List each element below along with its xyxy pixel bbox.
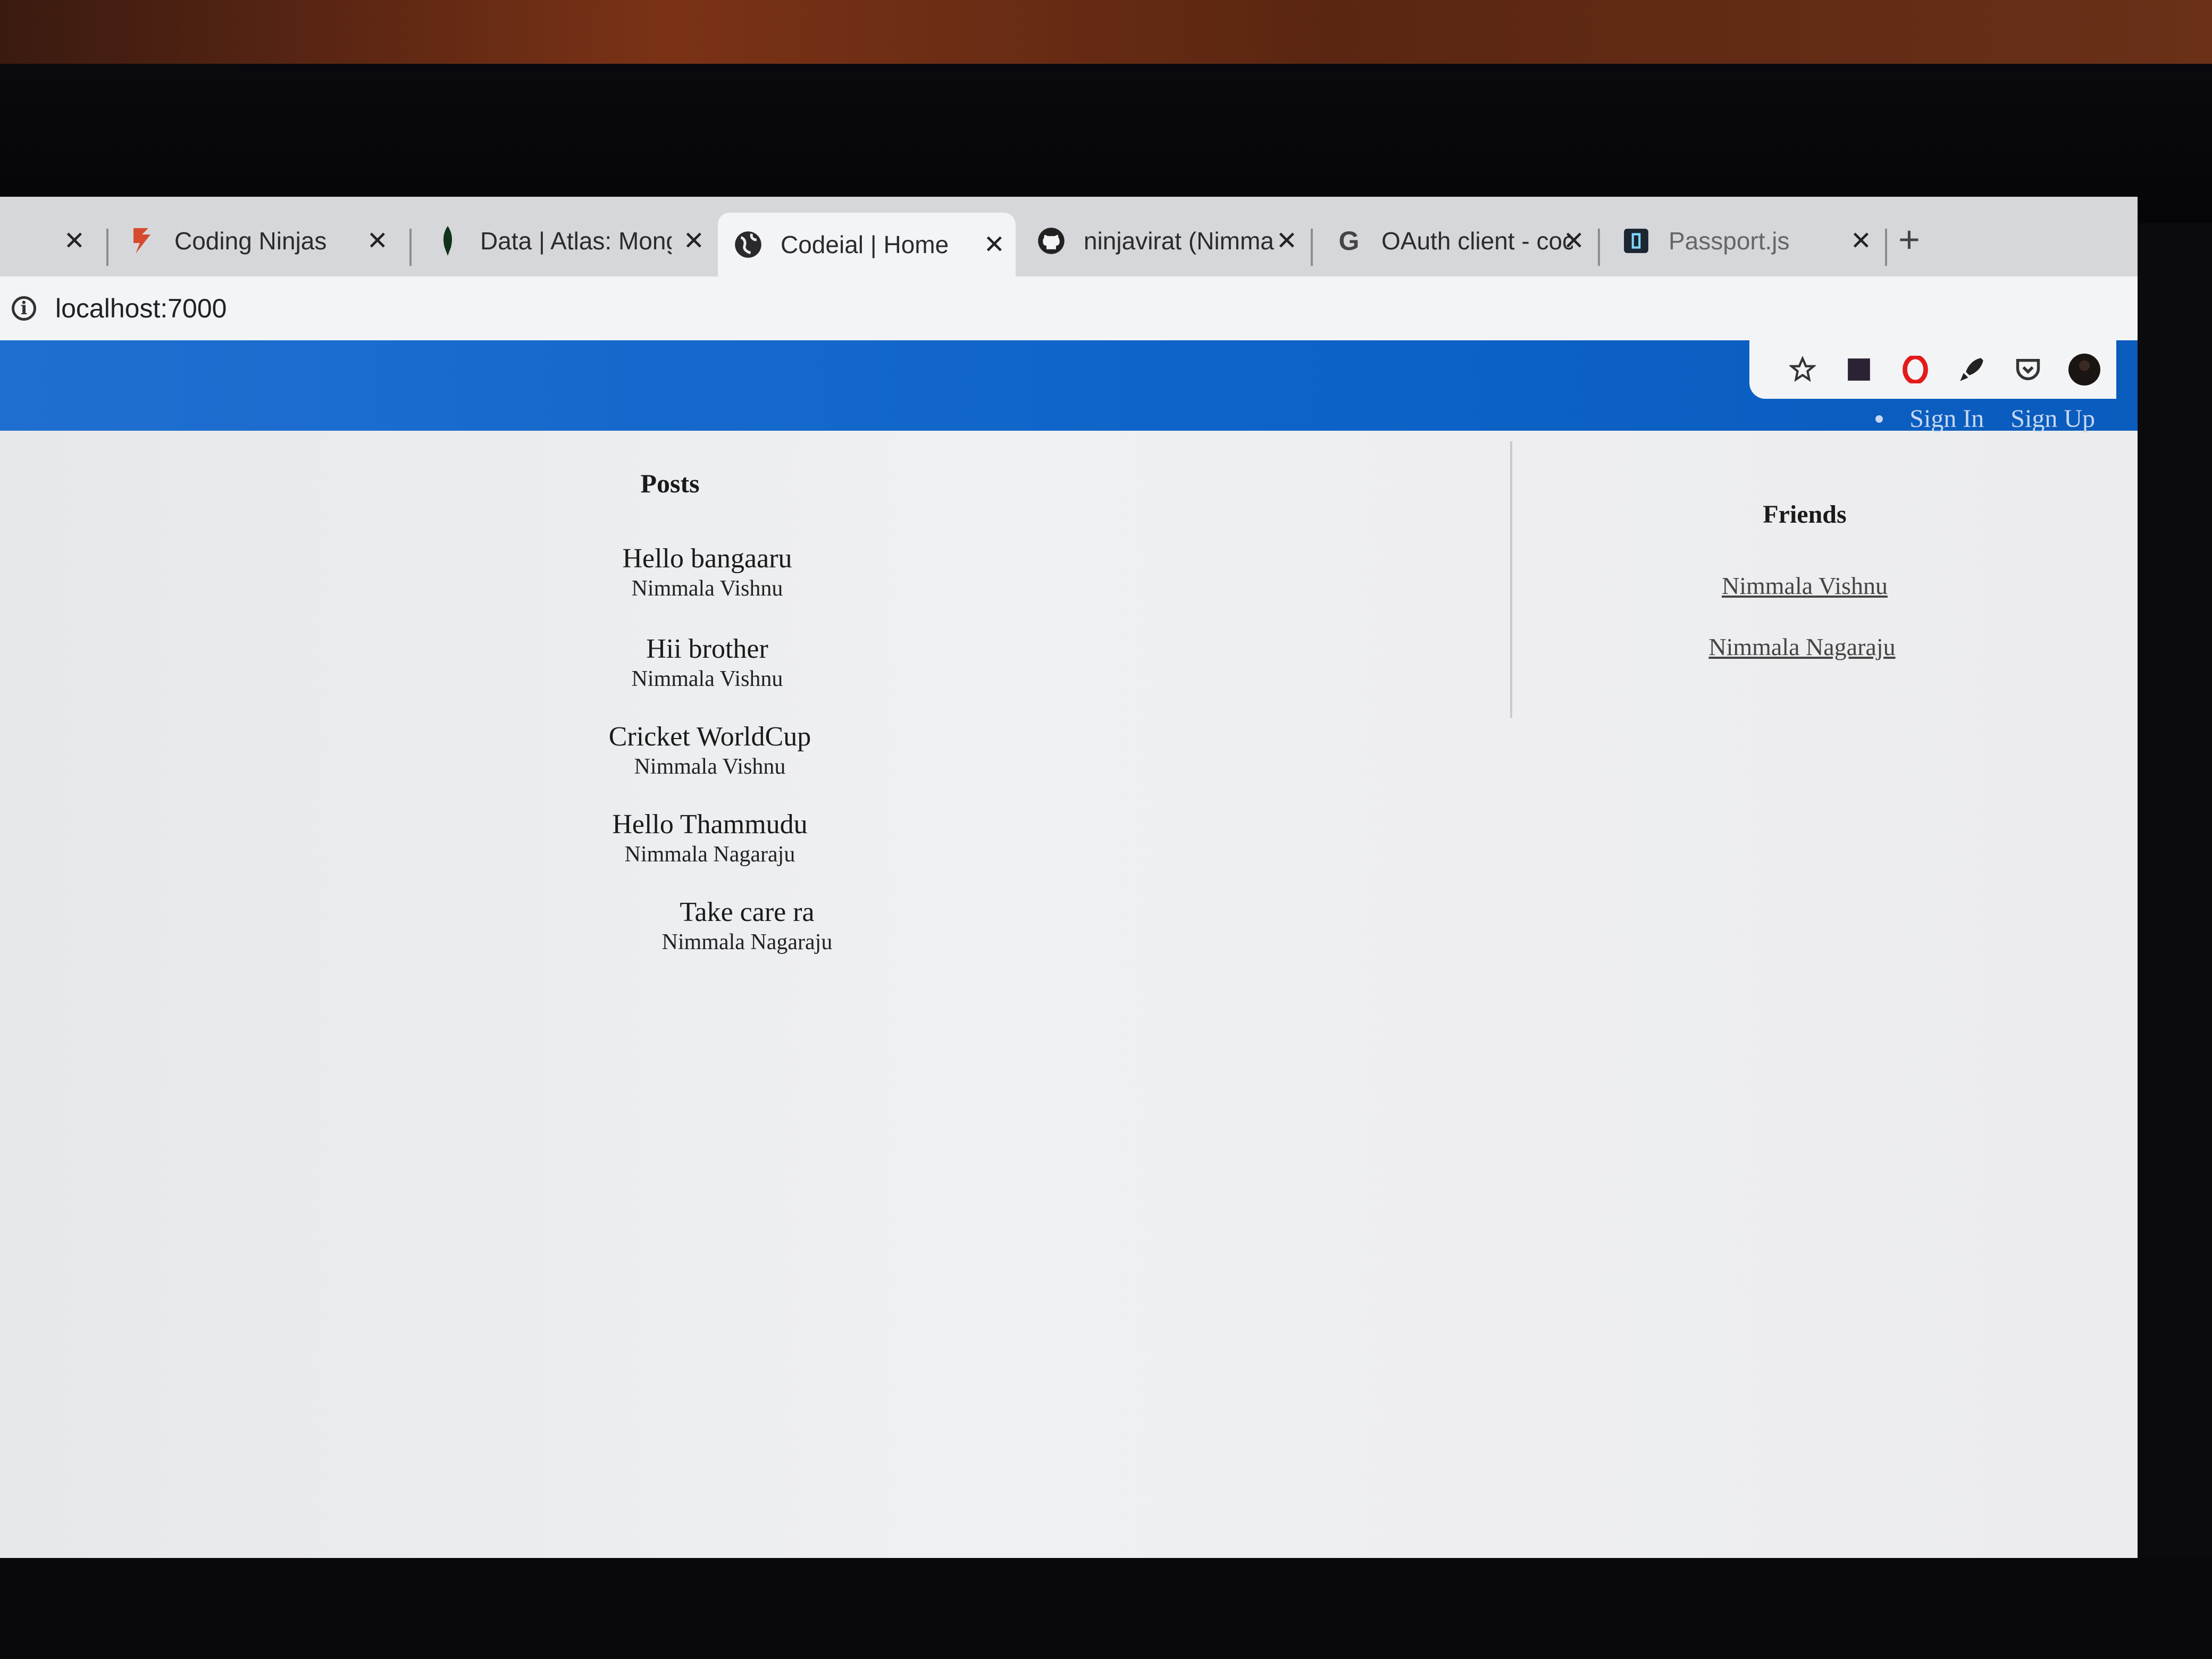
posts-heading: Posts xyxy=(640,468,700,498)
post-content: Cricket WorldCup xyxy=(608,722,811,752)
tab-github[interactable]: ninjavirat (Nimma ✕ xyxy=(1021,212,1308,270)
mongodb-leaf-icon xyxy=(433,226,462,256)
tab-close-icon[interactable]: ✕ xyxy=(683,226,705,256)
tab-title: ninjavirat (Nimma xyxy=(1084,227,1274,255)
tab-close-icon[interactable]: ✕ xyxy=(1276,226,1297,256)
tab-close-icon[interactable]: ✕ xyxy=(1850,226,1872,256)
tab-title: Codeial | Home xyxy=(781,231,949,258)
post-content: Hello Thammudu xyxy=(612,809,808,840)
browser-window: ✕ Coding Ninjas ✕ Data | Atlas: Mong ✕ C… xyxy=(0,197,2138,1558)
star-icon[interactable] xyxy=(1787,354,1819,386)
tab-title: Coding Ninjas xyxy=(174,227,327,255)
tab-strip: ✕ Coding Ninjas ✕ Data | Atlas: Mong ✕ C… xyxy=(0,197,2138,276)
tab-title: OAuth client - coc xyxy=(1381,227,1573,255)
tab-separator xyxy=(1598,229,1600,266)
opera-icon[interactable] xyxy=(1899,354,1931,386)
post-author: Nimmala Nagaraju xyxy=(661,930,833,954)
bullet-dot xyxy=(1875,415,1883,423)
sign-up-link[interactable]: Sign Up xyxy=(2010,404,2095,433)
post-content: Hello bangaaru xyxy=(622,543,792,574)
post-item: Cricket WorldCup Nimmala Vishnu xyxy=(550,720,869,780)
post-author: Nimmala Vishnu xyxy=(634,755,786,779)
tab-coding-ninjas[interactable]: Coding Ninjas ✕ xyxy=(112,212,399,270)
posts-section: Posts Hello bangaaru Nimmala Vishnu Hii … xyxy=(0,431,1510,1558)
post-author: Nimmala Vishnu xyxy=(631,667,783,691)
globe-icon xyxy=(734,230,763,259)
monitor-bezel-bottom xyxy=(0,1558,2212,1659)
post-content: Hii brother xyxy=(646,634,768,664)
browser-toolbar-icons xyxy=(1749,340,2116,399)
tab-codeial-home[interactable]: Codeial | Home ✕ xyxy=(718,213,1016,276)
post-author: Nimmala Nagaraju xyxy=(624,842,795,867)
post-item: Hii brother Nimmala Vishnu xyxy=(548,633,867,692)
github-icon xyxy=(1037,227,1066,255)
tab-oauth-client[interactable]: G OAuth client - coc ✕ xyxy=(1319,212,1595,270)
friends-heading: Friends xyxy=(1763,500,1847,529)
friend-link[interactable]: Nimmala Vishnu xyxy=(1645,572,1964,600)
header-nav: Sign In Sign Up xyxy=(1875,404,2095,433)
tab-partial[interactable]: ✕ xyxy=(0,212,96,270)
post-content: Take care ra xyxy=(680,897,815,927)
friends-section: Friends Nimmala Vishnu Nimmala Nagaraju xyxy=(1512,431,2138,1558)
extension-square-icon[interactable] xyxy=(1843,354,1875,386)
url-text[interactable]: localhost:7000 xyxy=(55,293,227,324)
tab-title: Data | Atlas: Mong xyxy=(480,227,672,255)
sign-in-link[interactable]: Sign In xyxy=(1909,404,1984,433)
tab-close-icon[interactable]: ✕ xyxy=(367,226,388,256)
tab-mongodb-atlas[interactable]: Data | Atlas: Mong ✕ xyxy=(417,212,715,270)
tab-passport[interactable]: Passport.js ✕ xyxy=(1606,212,1882,270)
post-item: Hello bangaaru Nimmala Vishnu xyxy=(548,542,867,602)
site-info-icon[interactable]: i xyxy=(12,296,36,321)
coding-ninjas-icon xyxy=(128,227,156,255)
address-bar[interactable]: i localhost:7000 xyxy=(0,276,2138,340)
tab-close-icon[interactable]: ✕ xyxy=(1563,226,1585,256)
tab-close-icon[interactable]: ✕ xyxy=(64,226,85,256)
rocket-icon[interactable] xyxy=(1956,354,1988,386)
tab-separator xyxy=(1885,229,1887,266)
tab-separator xyxy=(106,229,108,266)
page-content: Posts Hello bangaaru Nimmala Vishnu Hii … xyxy=(0,431,2138,1558)
google-icon: G xyxy=(1338,226,1360,256)
passport-icon xyxy=(1622,227,1650,255)
tab-separator xyxy=(1311,229,1313,266)
post-item: Hello Thammudu Nimmala Nagaraju xyxy=(550,808,869,868)
post-author: Nimmala Vishnu xyxy=(631,576,783,601)
tab-close-icon[interactable]: ✕ xyxy=(984,230,1005,259)
new-tab-button[interactable]: + xyxy=(1898,218,1920,261)
tab-separator xyxy=(409,229,412,266)
tab-title: Passport.js xyxy=(1669,227,1790,255)
post-item: Take care ra Nimmala Nagaraju xyxy=(588,896,907,956)
friend-link[interactable]: Nimmala Nagaraju xyxy=(1643,633,1962,661)
pocket-icon[interactable] xyxy=(2012,354,2044,386)
profile-avatar-icon[interactable] xyxy=(2068,354,2100,386)
